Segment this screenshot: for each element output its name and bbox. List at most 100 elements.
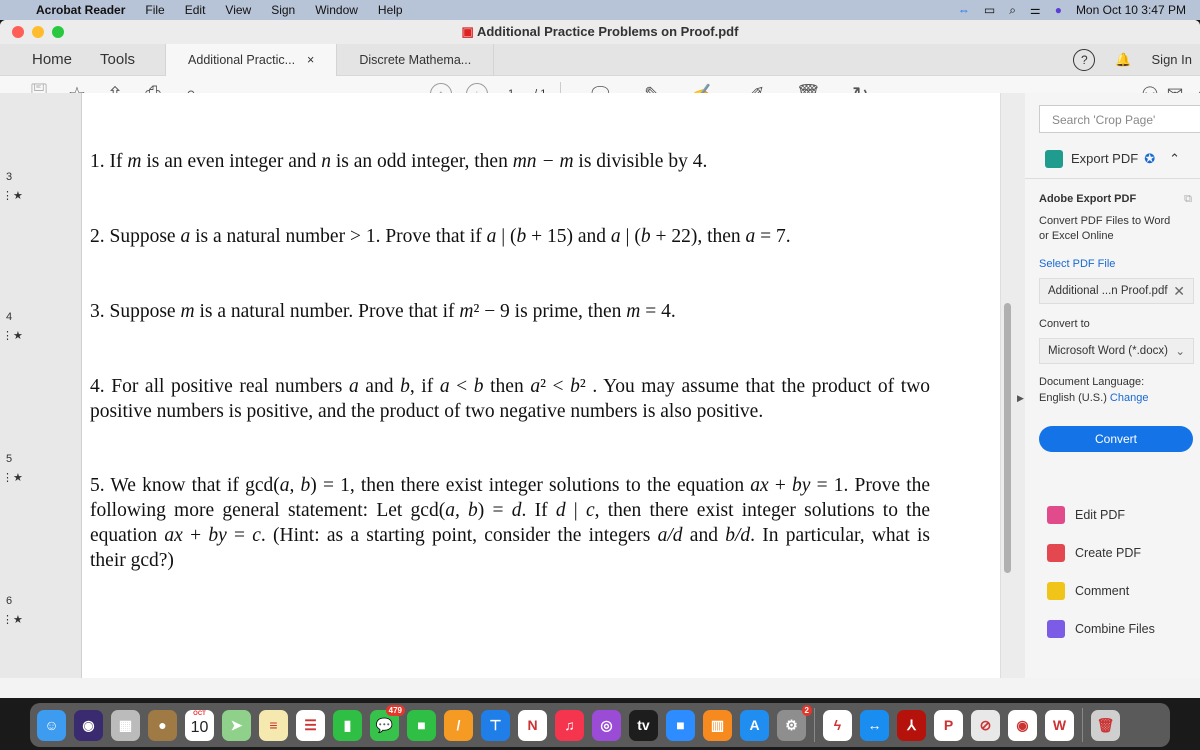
export-pdf-header[interactable]: Export PDF ✪ ⌃ (1025, 139, 1200, 179)
thumbnail-page-number[interactable]: 6 (6, 595, 12, 607)
dock-acrobat-icon[interactable]: ⅄ (897, 709, 926, 741)
close-tab-icon[interactable]: × (307, 53, 314, 67)
text-segment: ) = (477, 500, 512, 521)
tool-edit-pdf[interactable]: Edit PDF (1025, 496, 1200, 534)
spotlight-search-icon[interactable]: ⌕ (1009, 3, 1016, 18)
siri-icon[interactable]: ● (1055, 3, 1062, 17)
search-tools-input[interactable]: Search 'Crop Page' (1039, 105, 1200, 133)
app-glyph: ♫ (564, 717, 575, 733)
app-glyph: ◉ (82, 716, 95, 733)
teamviewer-status-icon[interactable]: ⇔ (958, 3, 970, 17)
dock-system-preferences-icon[interactable]: ⚙ 2 (777, 704, 812, 741)
app-glyph: tv (637, 717, 650, 733)
tab-home[interactable]: Home (18, 51, 86, 68)
app-glyph: P (943, 717, 954, 733)
dock-chrome-icon[interactable]: ◉ (1008, 709, 1037, 741)
tab-tools[interactable]: Tools (86, 51, 149, 68)
menu-help[interactable]: Help (378, 3, 403, 17)
dock-teamviewer-icon[interactable]: ↔ (860, 709, 889, 741)
dock-trash-icon[interactable]: 🗑 (1091, 709, 1120, 741)
menu-window[interactable]: Window (315, 3, 358, 17)
app-glyph: A (749, 717, 760, 733)
scrollbar-thumb[interactable] (1004, 303, 1011, 573)
dock-numbers-icon[interactable]: ▮ (333, 709, 362, 741)
text-segment: then (483, 376, 531, 397)
tab-label: Additional Practic... (188, 52, 296, 67)
dock-app-store-icon[interactable]: A (740, 709, 769, 741)
control-center-icon[interactable]: ⚌ (1030, 3, 1041, 17)
dock-books-icon[interactable]: ▥ (703, 709, 732, 741)
convert-to-select[interactable]: Microsoft Word (*.docx) ⌄ (1039, 338, 1194, 364)
dock-pages-icon[interactable]: / (444, 709, 473, 741)
bookmark-star-icon[interactable]: ⋮★ (2, 613, 23, 626)
bookmark-star-icon[interactable]: ⋮★ (2, 471, 23, 484)
menu-view[interactable]: View (225, 3, 251, 17)
dock-messages-icon[interactable]: 💬 479 (370, 704, 405, 741)
app-glyph: ◉ (1016, 716, 1029, 733)
dock-powerpoint-icon[interactable]: P (934, 709, 963, 741)
menu-app-name[interactable]: Acrobat Reader (36, 3, 125, 17)
convert-to-label: Convert to (1039, 318, 1090, 330)
dock-reminders-icon[interactable]: ☰ (296, 709, 325, 741)
dock-maps-icon[interactable]: ➤ (222, 709, 251, 741)
dock-music-icon[interactable]: ♫ (555, 709, 584, 741)
tab-label: Discrete Mathema... (359, 52, 472, 67)
cloud-docs-icon: ⧉ (1184, 193, 1192, 205)
dock-news-icon[interactable]: N (518, 709, 547, 741)
math-expression: a, b (445, 500, 478, 521)
notifications-bell-icon[interactable]: 🔔 (1115, 52, 1131, 68)
tab-discrete-mathematics[interactable]: Discrete Mathema... (336, 43, 495, 76)
dock-contacts-icon[interactable]: ● (148, 709, 177, 741)
select-pdf-file-link[interactable]: Select PDF File (1025, 258, 1200, 270)
change-language-link[interactable]: Change (1110, 392, 1149, 404)
remove-file-icon[interactable]: ✕ (1173, 283, 1185, 300)
description: Convert PDF Files to Word or Excel Onlin… (1039, 215, 1171, 242)
convert-button[interactable]: Convert (1039, 426, 1193, 452)
dock-finder-icon[interactable]: ☺ (37, 709, 66, 741)
menu-file[interactable]: File (145, 3, 164, 17)
app-glyph: ■ (417, 717, 426, 733)
battery-icon[interactable]: ▭ (984, 3, 995, 17)
text-segment: = (226, 525, 253, 546)
menu-sign[interactable]: Sign (271, 3, 295, 17)
bookmark-star-icon[interactable]: ⋮★ (2, 329, 23, 342)
text-segment: positive numbers is positive, and the pr… (90, 401, 764, 422)
dock-messenger-icon[interactable]: ϟ (823, 709, 852, 741)
chevron-up-icon[interactable]: ⌃ (1169, 151, 1180, 167)
text-segment: + (768, 475, 793, 496)
tool-comment[interactable]: Comment (1025, 572, 1200, 610)
tool-combine-files[interactable]: Combine Files (1025, 610, 1200, 648)
dock-keynote-icon[interactable]: ⊤ (481, 709, 510, 741)
tool-create-pdf[interactable]: Create PDF (1025, 534, 1200, 572)
menu-edit[interactable]: Edit (185, 3, 206, 17)
dock-facetime-icon[interactable]: ■ (407, 709, 436, 741)
dock-launchpad-icon[interactable]: ▦ (111, 709, 140, 741)
section-title: Adobe Export PDF (1039, 193, 1137, 205)
dock-safari-icon[interactable]: ⊘ (971, 709, 1000, 741)
text-segment: 4. For all positive real numbers (90, 376, 349, 397)
thumbnail-page-number[interactable]: 4 (6, 311, 12, 323)
thumbnail-page-number[interactable]: 3 (6, 171, 12, 183)
math-expression: by (208, 525, 227, 546)
collapse-panel-arrow-icon[interactable]: ▶ (1017, 393, 1024, 404)
dock-zoom-icon[interactable]: ■ (666, 709, 695, 741)
math-expression: b (570, 376, 580, 397)
math-expression: a (610, 226, 621, 247)
tab-additional-practice[interactable]: Additional Practic... × (165, 43, 337, 76)
dock-siri-icon[interactable]: ◉ (74, 709, 103, 741)
dock-apple-tv-icon[interactable]: tv (629, 709, 658, 741)
dock-word-icon[interactable]: W (1045, 709, 1074, 741)
scrollbar[interactable]: ▶ (1000, 93, 1025, 678)
bookmark-star-icon[interactable]: ⋮★ (2, 189, 23, 202)
help-button[interactable]: ? (1073, 48, 1096, 71)
dock-calendar-icon[interactable]: OCT 10 (185, 709, 214, 741)
clock[interactable]: Mon Oct 10 3:47 PM (1076, 3, 1186, 17)
dock-notes-icon[interactable]: ≡ (259, 709, 288, 741)
thumbnail-page-number[interactable]: 5 (6, 453, 12, 465)
dock-podcasts-icon[interactable]: ◎ (592, 709, 621, 741)
sign-in-button[interactable]: Sign In (1152, 52, 1192, 67)
dock: ☺ ◉ ▦ ● OCT 10 ➤ ≡ ☰ ▮ 💬 479 ■ / ⊤ N ♫ ◎ tv ■ ▥ A ⚙ 2 ϟ ↔ ⅄ P ⊘ ◉ W 🗑 (30, 703, 1170, 747)
app-glyph: ● (158, 717, 167, 733)
math-expression: b (640, 226, 651, 247)
app-glyph: ≡ (269, 717, 278, 733)
